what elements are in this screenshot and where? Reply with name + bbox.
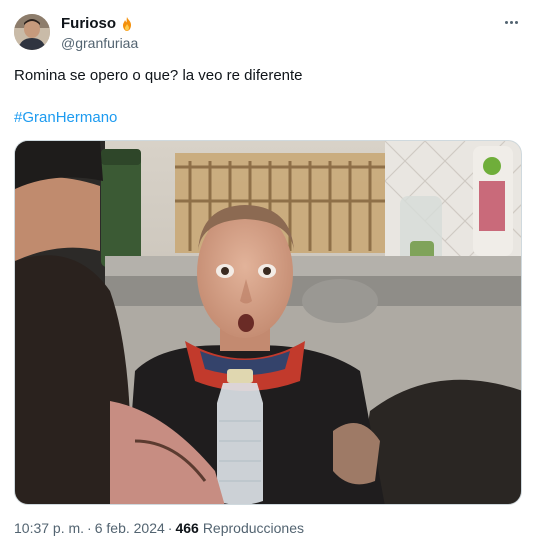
meta-separator-2: · bbox=[167, 520, 173, 536]
tweet-text: Romina se opero o que? la veo re diferen… bbox=[14, 67, 303, 84]
views-count: 466 bbox=[175, 520, 199, 536]
meta-separator: · bbox=[87, 520, 92, 536]
author-display-name[interactable]: Furioso bbox=[61, 15, 116, 32]
tweet-media-image[interactable] bbox=[14, 140, 522, 505]
more-options-icon[interactable] bbox=[501, 12, 521, 32]
tweet-card: Furioso @granfuriaa Romina se opero o qu… bbox=[0, 0, 535, 543]
fire-icon bbox=[119, 16, 135, 32]
hashtag-link[interactable]: #GranHermano bbox=[14, 108, 117, 128]
tweet-date[interactable]: 6 feb. 2024 bbox=[95, 520, 165, 536]
author-name[interactable]: Furioso bbox=[61, 15, 135, 32]
tweet-meta: 10:37 p. m. · 6 feb. 2024 · 466 Reproduc… bbox=[14, 520, 304, 536]
avatar[interactable] bbox=[14, 14, 50, 50]
views-label: Reproducciones bbox=[202, 520, 304, 536]
author-handle[interactable]: @granfuriaa bbox=[61, 35, 138, 51]
tweet-time[interactable]: 10:37 p. m. bbox=[14, 520, 84, 536]
